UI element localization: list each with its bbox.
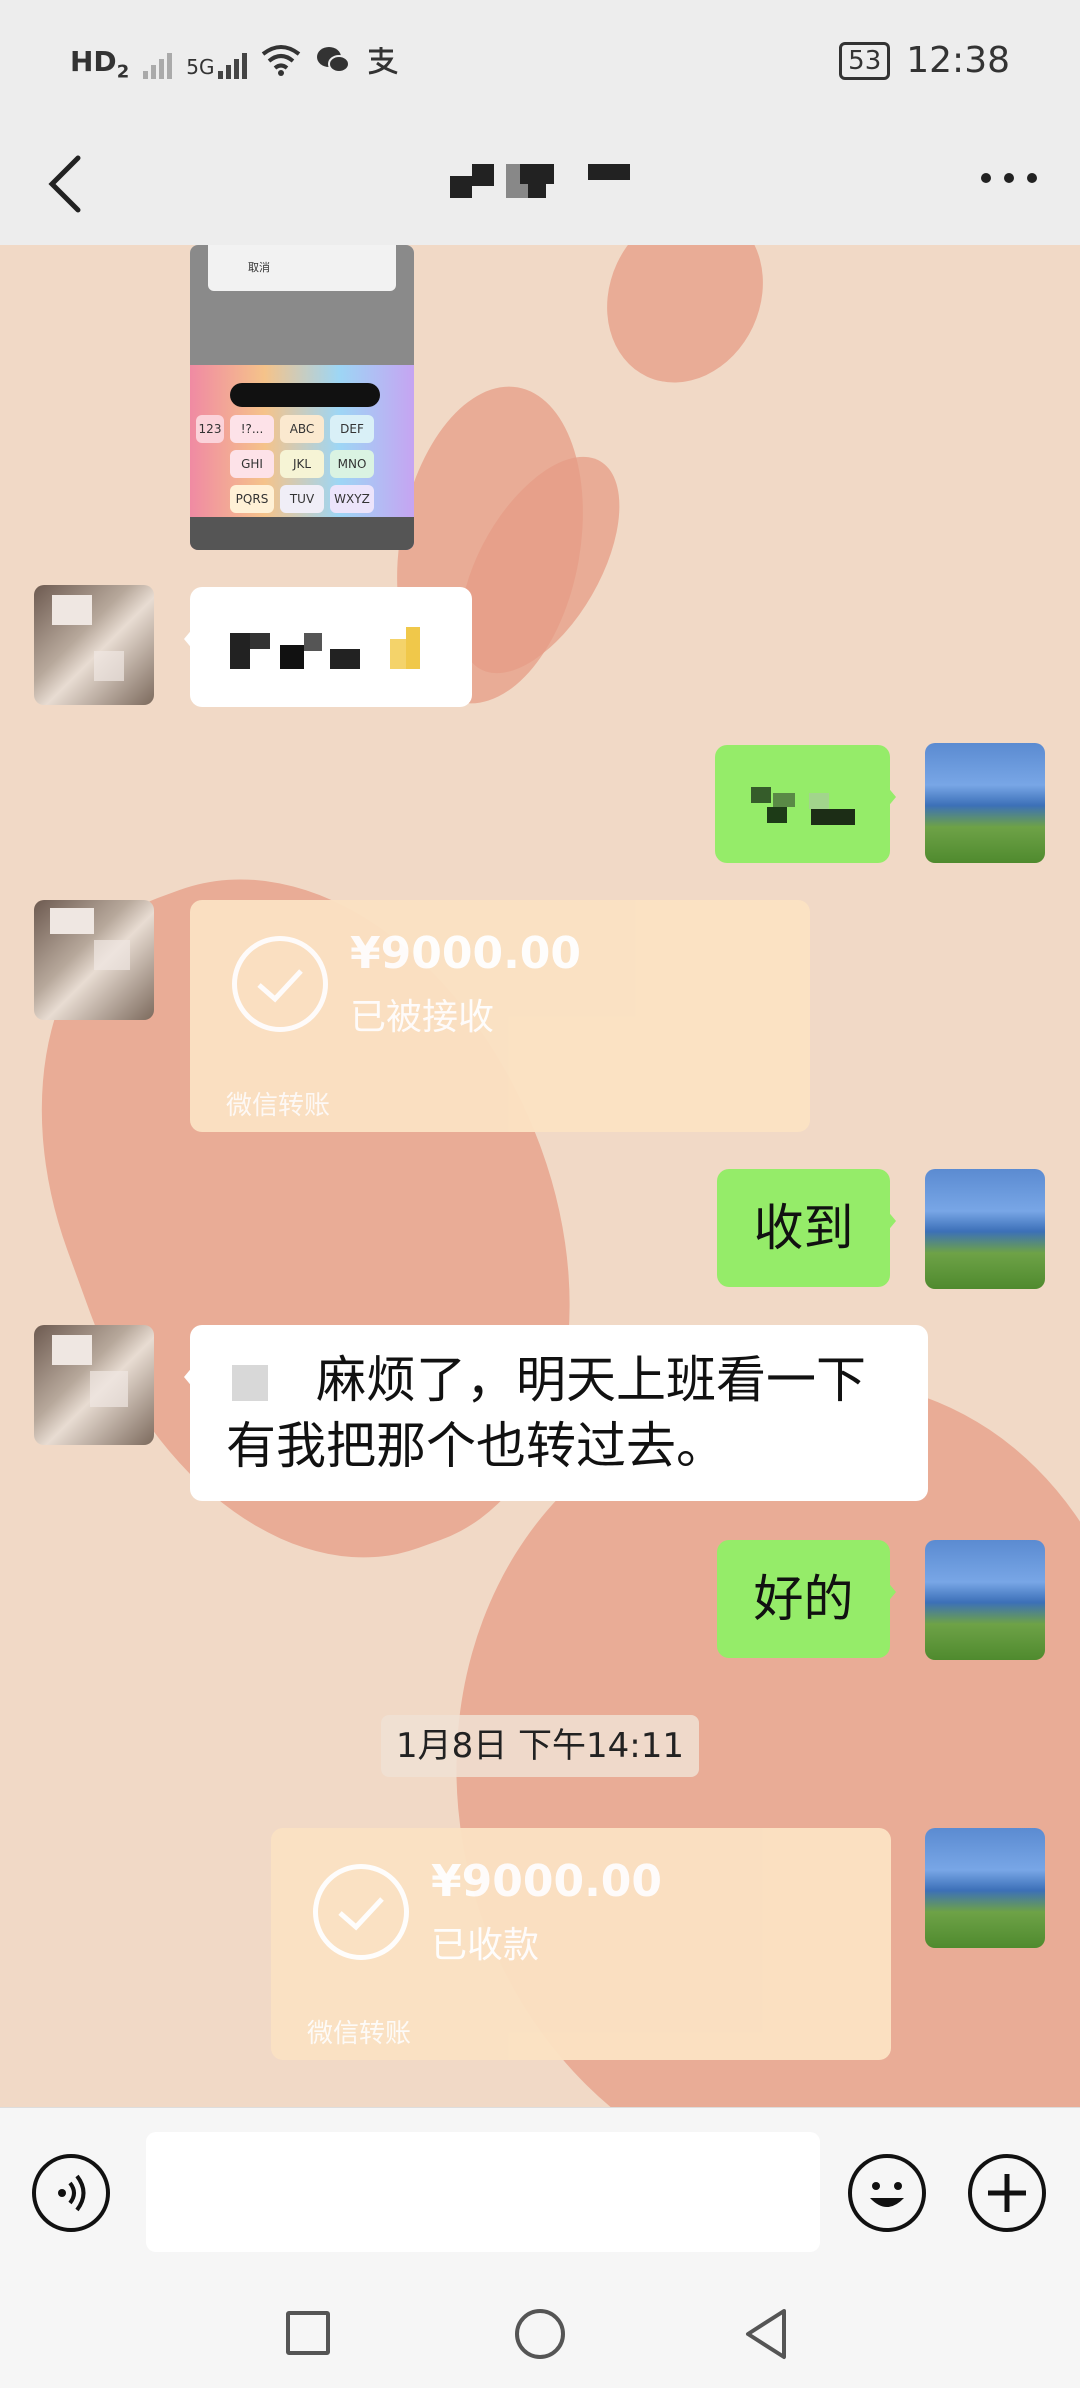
censored-text bbox=[230, 627, 440, 672]
censored-text bbox=[232, 1365, 268, 1401]
transfer-card[interactable]: ¥9000.00 已收款 微信转账 bbox=[271, 1828, 891, 2060]
message-bubble[interactable] bbox=[715, 745, 896, 863]
transfer-amount: ¥9000.00 bbox=[350, 928, 582, 979]
chat-header bbox=[0, 120, 1080, 246]
message-bubble[interactable]: 好的 bbox=[717, 1540, 896, 1658]
home-icon[interactable] bbox=[515, 2309, 565, 2359]
recents-icon[interactable] bbox=[286, 2311, 330, 2355]
thumb-key: PQRS bbox=[230, 485, 274, 513]
background-heart bbox=[578, 245, 792, 409]
transfer-label: 微信转账 bbox=[307, 2019, 412, 2049]
self-avatar[interactable] bbox=[925, 1828, 1045, 1948]
emoji-icon[interactable] bbox=[848, 2154, 926, 2232]
alipay-icon bbox=[365, 45, 399, 83]
thumb-key: MNO bbox=[330, 450, 374, 478]
hd-icon: HD2 bbox=[70, 45, 130, 83]
self-avatar[interactable] bbox=[925, 1540, 1045, 1660]
thumb-key: DEF bbox=[330, 415, 374, 443]
message-text: 收到 bbox=[753, 1199, 854, 1257]
battery-icon: 53 bbox=[839, 41, 891, 80]
message-input[interactable] bbox=[146, 2132, 820, 2252]
thumb-key: WXYZ bbox=[330, 485, 374, 513]
input-bar bbox=[0, 2107, 1080, 2278]
transfer-amount: ¥9000.00 bbox=[431, 1856, 663, 1907]
self-avatar[interactable] bbox=[925, 743, 1045, 863]
thumb-key: GHI bbox=[230, 450, 274, 478]
transfer-card[interactable]: ¥9000.00 已被接收 微信转账 bbox=[190, 900, 810, 1132]
wechat-icon bbox=[315, 45, 351, 83]
signal-5g-icon: 5G bbox=[186, 49, 248, 79]
transfer-status: 已收款 bbox=[431, 1925, 540, 1966]
self-avatar[interactable] bbox=[925, 1169, 1045, 1289]
clock: 12:38 bbox=[906, 40, 1010, 81]
thumb-key: ABC bbox=[280, 415, 324, 443]
contact-avatar[interactable] bbox=[34, 585, 154, 705]
message-bubble[interactable]: 收到 bbox=[717, 1169, 896, 1287]
status-icons: HD2 5G bbox=[70, 44, 399, 84]
check-icon bbox=[313, 1864, 409, 1960]
back-nav-icon[interactable] bbox=[742, 2307, 792, 2361]
more-icon[interactable] bbox=[974, 158, 1044, 198]
message-text: 好的 bbox=[753, 1570, 854, 1628]
message-bubble[interactable]: 麻烦了，明天上班看一下 有我把那个也转过去。 bbox=[184, 1325, 928, 1501]
voice-icon[interactable] bbox=[32, 2154, 110, 2232]
transfer-label: 微信转账 bbox=[226, 1091, 331, 1121]
wifi-icon bbox=[261, 44, 301, 84]
censored-text bbox=[751, 787, 861, 827]
message-line: 有我把那个也转过去。 bbox=[226, 1417, 726, 1475]
contact-avatar[interactable] bbox=[34, 1325, 154, 1445]
thumb-key: 123 bbox=[196, 415, 224, 443]
contact-avatar[interactable] bbox=[34, 900, 154, 1020]
transfer-status: 已被接收 bbox=[350, 997, 495, 1038]
system-navigation bbox=[0, 2277, 1080, 2388]
chat-area[interactable]: 取消 123 !?... ABC DEF GHI JKL MNO PQRS TU… bbox=[0, 245, 1080, 2107]
message-line: 麻烦了，明天上班看一下 bbox=[226, 1347, 892, 1413]
check-icon bbox=[232, 936, 328, 1032]
status-right: 53 12:38 bbox=[839, 40, 1010, 81]
plus-icon[interactable] bbox=[968, 2154, 1046, 2232]
signal-icon bbox=[143, 49, 173, 79]
thumb-key: !?... bbox=[230, 415, 274, 443]
status-bar: HD2 5G 53 12:38 bbox=[0, 0, 1080, 130]
message-bubble[interactable] bbox=[184, 587, 472, 707]
image-message[interactable]: 取消 123 !?... ABC DEF GHI JKL MNO PQRS TU… bbox=[190, 245, 414, 550]
thumb-key: JKL bbox=[280, 450, 324, 478]
message-timestamp: 1月8日 下午14:11 bbox=[381, 1715, 699, 1777]
back-icon[interactable] bbox=[38, 148, 98, 218]
chat-title bbox=[450, 150, 630, 210]
thumb-key: TUV bbox=[280, 485, 324, 513]
